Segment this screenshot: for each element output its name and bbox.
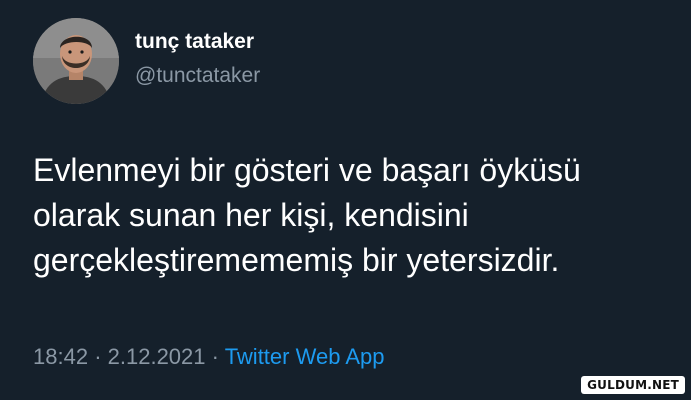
tweet-card: tunç tataker @tunctataker Evlenmeyi bir … — [0, 0, 691, 400]
tweet-time[interactable]: 18:42 — [33, 344, 88, 369]
avatar[interactable] — [33, 18, 119, 104]
tweet-date[interactable]: 2.12.2021 — [108, 344, 206, 369]
tweet-source-link[interactable]: Twitter Web App — [225, 344, 385, 369]
avatar-image — [33, 18, 119, 104]
watermark-logo: GULDUM.NET — [581, 376, 685, 394]
meta-separator: · — [94, 344, 102, 369]
tweet-meta: 18:42 · 2.12.2021 · Twitter Web App — [33, 344, 384, 370]
tweet-text-line: olarak sunan her kişi, kendisini — [33, 197, 469, 233]
tweet-text-line: gerçekleştiremememiş bir yetersizdir. — [33, 242, 560, 278]
author-handle[interactable]: @tunctataker — [135, 64, 260, 88]
tweet-text: Evlenmeyi bir gösteri ve başarı öyküsü o… — [33, 148, 673, 283]
tweet-text-line: Evlenmeyi bir gösteri ve başarı öyküsü — [33, 152, 581, 188]
author-name[interactable]: tunç tataker — [135, 30, 254, 54]
meta-separator: · — [211, 344, 219, 369]
